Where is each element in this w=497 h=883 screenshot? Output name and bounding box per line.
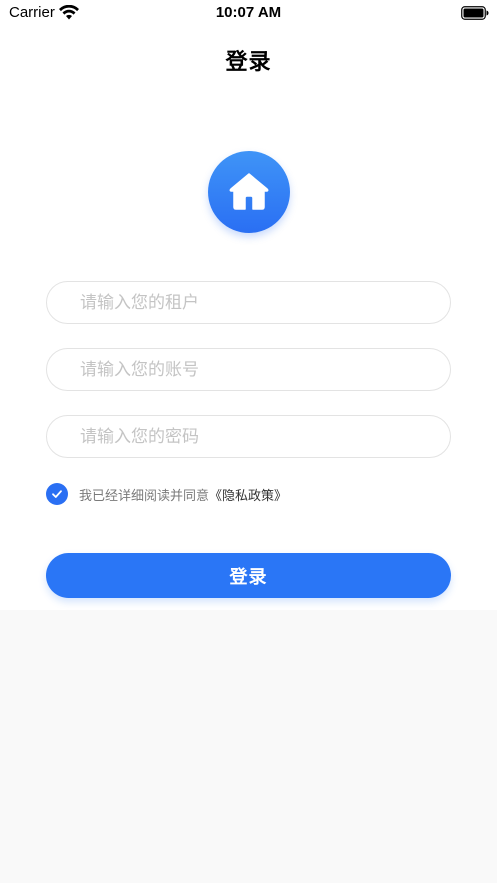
home-icon <box>229 173 269 210</box>
tenant-input[interactable] <box>47 282 450 323</box>
agreement-checkbox[interactable] <box>46 483 68 505</box>
account-input[interactable] <box>47 349 450 390</box>
password-field[interactable] <box>46 415 451 458</box>
password-input[interactable] <box>47 416 450 457</box>
status-bar: Carrier 10:07 AM <box>0 0 497 26</box>
privacy-policy-link[interactable]: 《隐私政策》 <box>209 485 287 504</box>
content-area: Carrier 10:07 AM 登录 请输入您的租户 请输入您的账号 我已经详… <box>0 0 497 610</box>
agreement-row: 我已经详细阅读并同意 《隐私政策》 <box>46 482 287 506</box>
account-field[interactable] <box>46 348 451 391</box>
page-title: 登录 <box>225 50 272 75</box>
login-button[interactable]: 登录 <box>46 553 451 598</box>
login-screen: Carrier 10:07 AM 登录 请输入您的租户 请输入您的账号 我已经详… <box>0 0 497 883</box>
battery-icon <box>461 6 489 20</box>
tenant-field[interactable] <box>46 281 451 324</box>
app-logo <box>208 151 290 233</box>
agreement-text: 我已经详细阅读并同意 <box>79 488 210 504</box>
checkmark-icon <box>52 490 62 498</box>
status-time: 10:07 AM <box>215 4 282 21</box>
